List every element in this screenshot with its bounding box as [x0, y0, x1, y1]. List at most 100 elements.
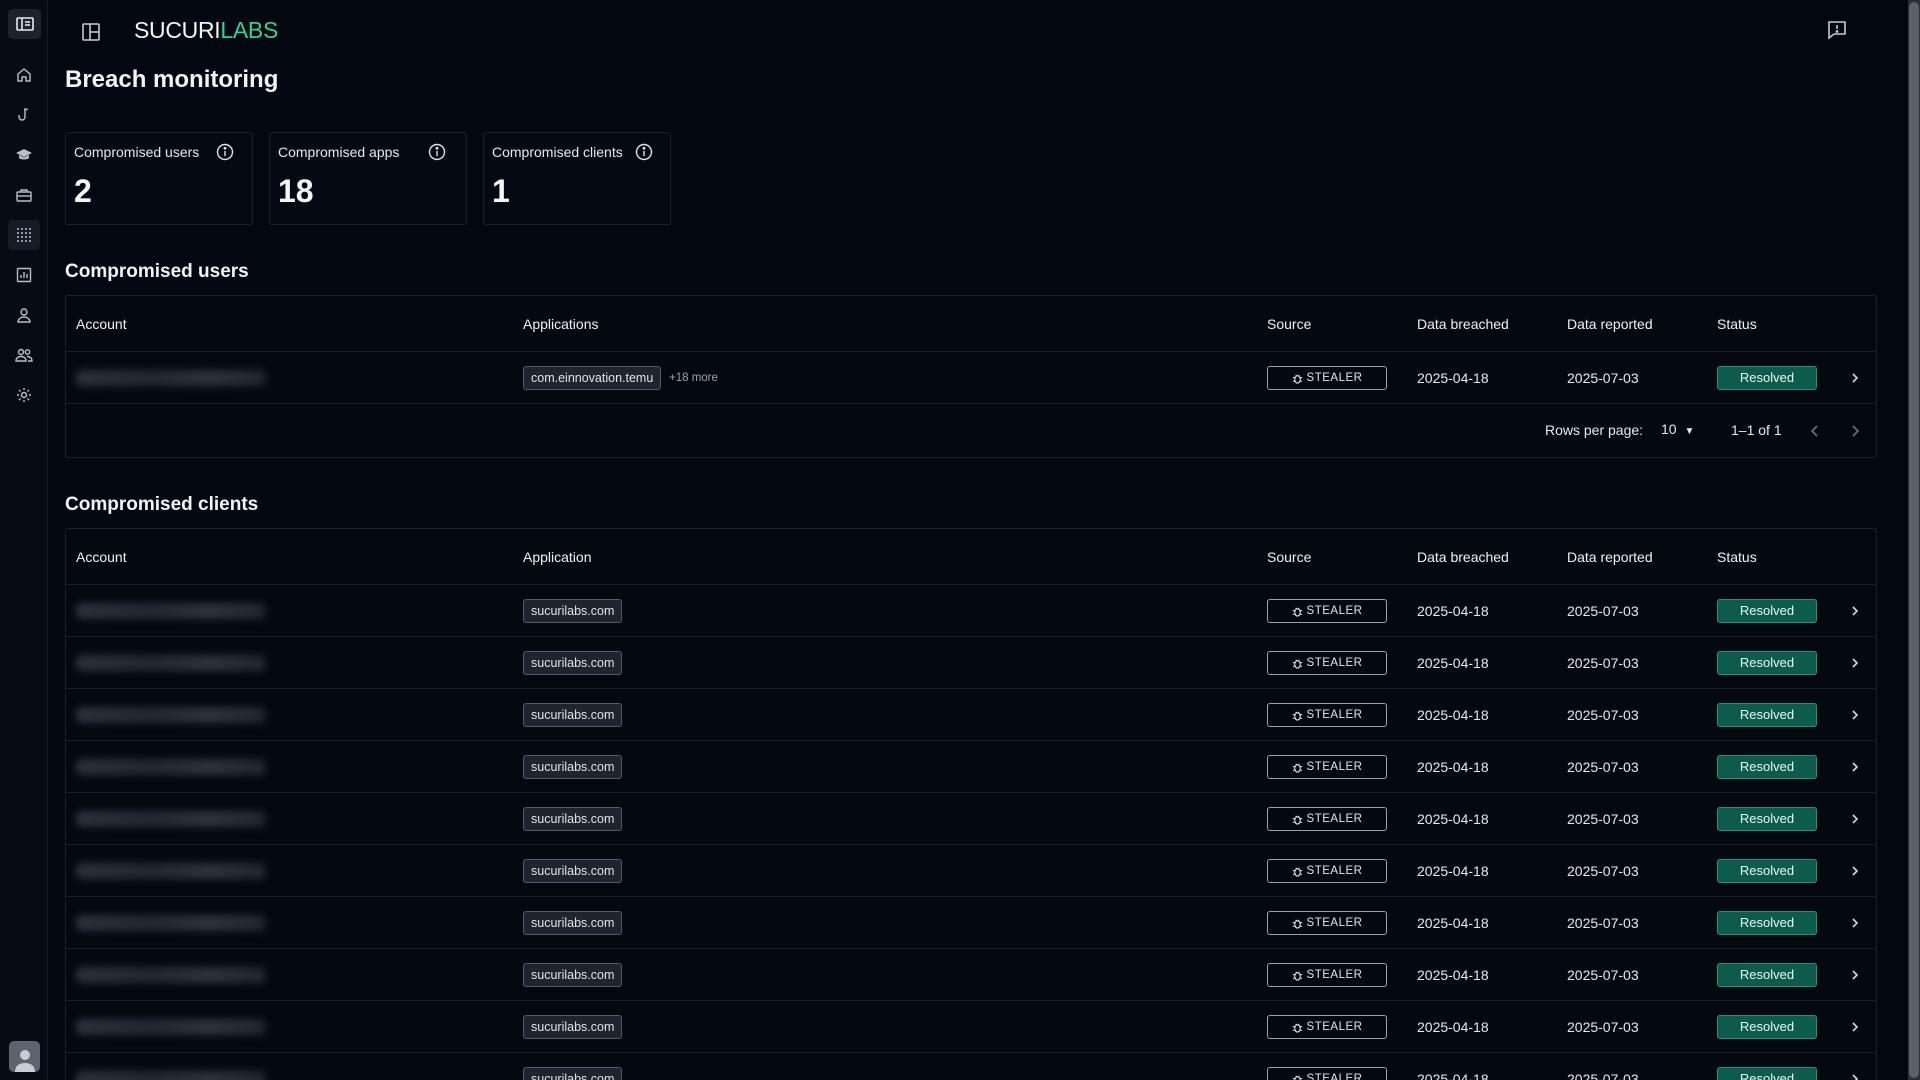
table-row[interactable]: sucurilabs.com STEALER 2025-04-18 2025-07-0… [66, 1053, 1876, 1080]
breached-date: 2025-04-18 [1417, 863, 1489, 879]
sidebar [0, 0, 48, 1080]
users-icon [15, 347, 33, 363]
breached-date: 2025-04-18 [1417, 759, 1489, 775]
source-label: STEALER [1306, 372, 1363, 384]
chevron-right-icon[interactable] [1847, 423, 1863, 439]
source-label: STEALER [1306, 605, 1363, 617]
bug-icon [1292, 373, 1302, 384]
chevron-right-icon[interactable] [1848, 968, 1862, 982]
column-header[interactable]: Source [1267, 316, 1311, 332]
application-chip: sucurilabs.com [523, 755, 623, 779]
reported-date: 2025-07-03 [1567, 863, 1639, 879]
pagination-range: 1–1 of 1 [1731, 422, 1782, 438]
stat-label: Compromised apps [278, 144, 400, 160]
caret-down-icon: ▼ [1684, 426, 1695, 437]
rows-per-page-value: 10 [1661, 421, 1677, 437]
info-icon[interactable] [428, 143, 446, 161]
chevron-right-icon[interactable] [1848, 708, 1862, 722]
source-label: STEALER [1306, 865, 1363, 877]
user-avatar[interactable] [9, 1041, 40, 1072]
page-title: Breach monitoring [65, 66, 279, 93]
rows-per-page-label: Rows per page: [1545, 422, 1644, 438]
chevron-right-icon[interactable] [1848, 371, 1862, 385]
sidebar-item-settings[interactable] [8, 380, 40, 410]
source-badge: STEALER [1267, 911, 1387, 935]
chart-icon [16, 267, 32, 283]
briefcase-icon [15, 187, 33, 203]
chevron-right-icon[interactable] [1848, 1020, 1862, 1034]
column-header[interactable]: Data breached [1417, 316, 1509, 332]
column-header[interactable]: Applications [523, 316, 599, 332]
brand-part-2: LABS [220, 17, 278, 43]
reported-date: 2025-07-03 [1567, 603, 1639, 619]
reported-date: 2025-07-03 [1567, 915, 1639, 931]
column-header[interactable]: Data reported [1567, 549, 1653, 565]
section-title-compromised-users: Compromised users [65, 261, 249, 282]
column-header[interactable]: Application [523, 549, 592, 565]
more-apps-link[interactable]: +18 more [669, 372, 718, 384]
source-label: STEALER [1306, 657, 1363, 669]
table-row[interactable]: sucurilabs.com STEALER 2025-04-18 2025-07-0… [66, 793, 1876, 845]
source-label: STEALER [1306, 709, 1363, 721]
info-icon[interactable] [216, 143, 234, 161]
account-redacted [76, 603, 266, 619]
table-row[interactable]: sucurilabs.com STEALER 2025-04-18 2025-07-0… [66, 845, 1876, 897]
chevron-right-icon[interactable] [1848, 864, 1862, 878]
column-header[interactable]: Data reported [1567, 316, 1653, 332]
info-icon[interactable] [635, 143, 653, 161]
account-redacted [76, 915, 266, 931]
sidebar-item-phishing[interactable] [8, 100, 40, 130]
application-chip: sucurilabs.com [523, 1015, 623, 1039]
column-header[interactable]: Account [76, 549, 127, 565]
table-row[interactable]: sucurilabs.com STEALER 2025-04-18 2025-07-0… [66, 637, 1876, 689]
stat-value: 2 [74, 173, 92, 209]
account-redacted [76, 1019, 266, 1035]
table-row[interactable]: sucurilabs.com STEALER 2025-04-18 2025-07-0… [66, 1001, 1876, 1053]
table-row[interactable]: com.einnovation.temu +18 more STEALER 20… [66, 352, 1876, 404]
table-row[interactable]: sucurilabs.com STEALER 2025-04-18 2025-07-0… [66, 585, 1876, 637]
column-header[interactable]: Status [1717, 316, 1757, 332]
app-logo-icon[interactable] [8, 9, 41, 39]
scrollbar-thumb[interactable] [1909, 2, 1919, 1078]
sidebar-item-breach-monitoring[interactable] [8, 220, 40, 250]
table-row[interactable]: sucurilabs.com STEALER 2025-04-18 2025-07-0… [66, 689, 1876, 741]
status-badge: Resolved [1717, 859, 1817, 883]
panel-toggle-icon[interactable] [80, 21, 104, 45]
reported-date: 2025-07-03 [1567, 655, 1639, 671]
column-header[interactable]: Source [1267, 549, 1311, 565]
chevron-right-icon[interactable] [1848, 916, 1862, 930]
application-chip: sucurilabs.com [523, 703, 623, 727]
table-row[interactable]: sucurilabs.com STEALER 2025-04-18 2025-07-0… [66, 897, 1876, 949]
status-badge: Resolved [1717, 651, 1817, 675]
reported-date: 2025-07-03 [1567, 1019, 1639, 1035]
rows-per-page-select[interactable]: 10 ▼ [1661, 421, 1694, 437]
sidebar-item-assets[interactable] [8, 180, 40, 210]
account-redacted [76, 370, 266, 386]
chevron-right-icon[interactable] [1848, 760, 1862, 774]
column-header[interactable]: Data breached [1417, 549, 1509, 565]
status-badge: Resolved [1717, 703, 1817, 727]
feedback-icon[interactable] [1826, 19, 1850, 43]
bug-icon [1292, 918, 1302, 929]
account-redacted [76, 759, 266, 775]
source-badge: STEALER [1267, 599, 1387, 623]
chevron-left-icon[interactable] [1807, 423, 1823, 439]
column-header[interactable]: Account [76, 316, 127, 332]
sidebar-item-home[interactable] [8, 60, 40, 90]
chevron-right-icon[interactable] [1848, 656, 1862, 670]
sidebar-item-user[interactable] [8, 300, 40, 330]
sidebar-item-team[interactable] [8, 340, 40, 370]
chevron-right-icon[interactable] [1848, 604, 1862, 618]
status-badge: Resolved [1717, 911, 1817, 935]
sidebar-item-reports[interactable] [8, 260, 40, 290]
breached-date: 2025-04-18 [1417, 1019, 1489, 1035]
table-row[interactable]: sucurilabs.com STEALER 2025-04-18 2025-07-0… [66, 949, 1876, 1001]
sidebar-item-training[interactable] [8, 140, 40, 170]
graduation-cap-icon [15, 147, 33, 163]
column-header[interactable]: Status [1717, 549, 1757, 565]
bug-icon [1292, 814, 1302, 825]
brand-part-1: SUCURI [134, 17, 221, 43]
chevron-right-icon[interactable] [1848, 812, 1862, 826]
table-row[interactable]: sucurilabs.com STEALER 2025-04-18 2025-07-0… [66, 741, 1876, 793]
chevron-right-icon[interactable] [1848, 1072, 1862, 1080]
